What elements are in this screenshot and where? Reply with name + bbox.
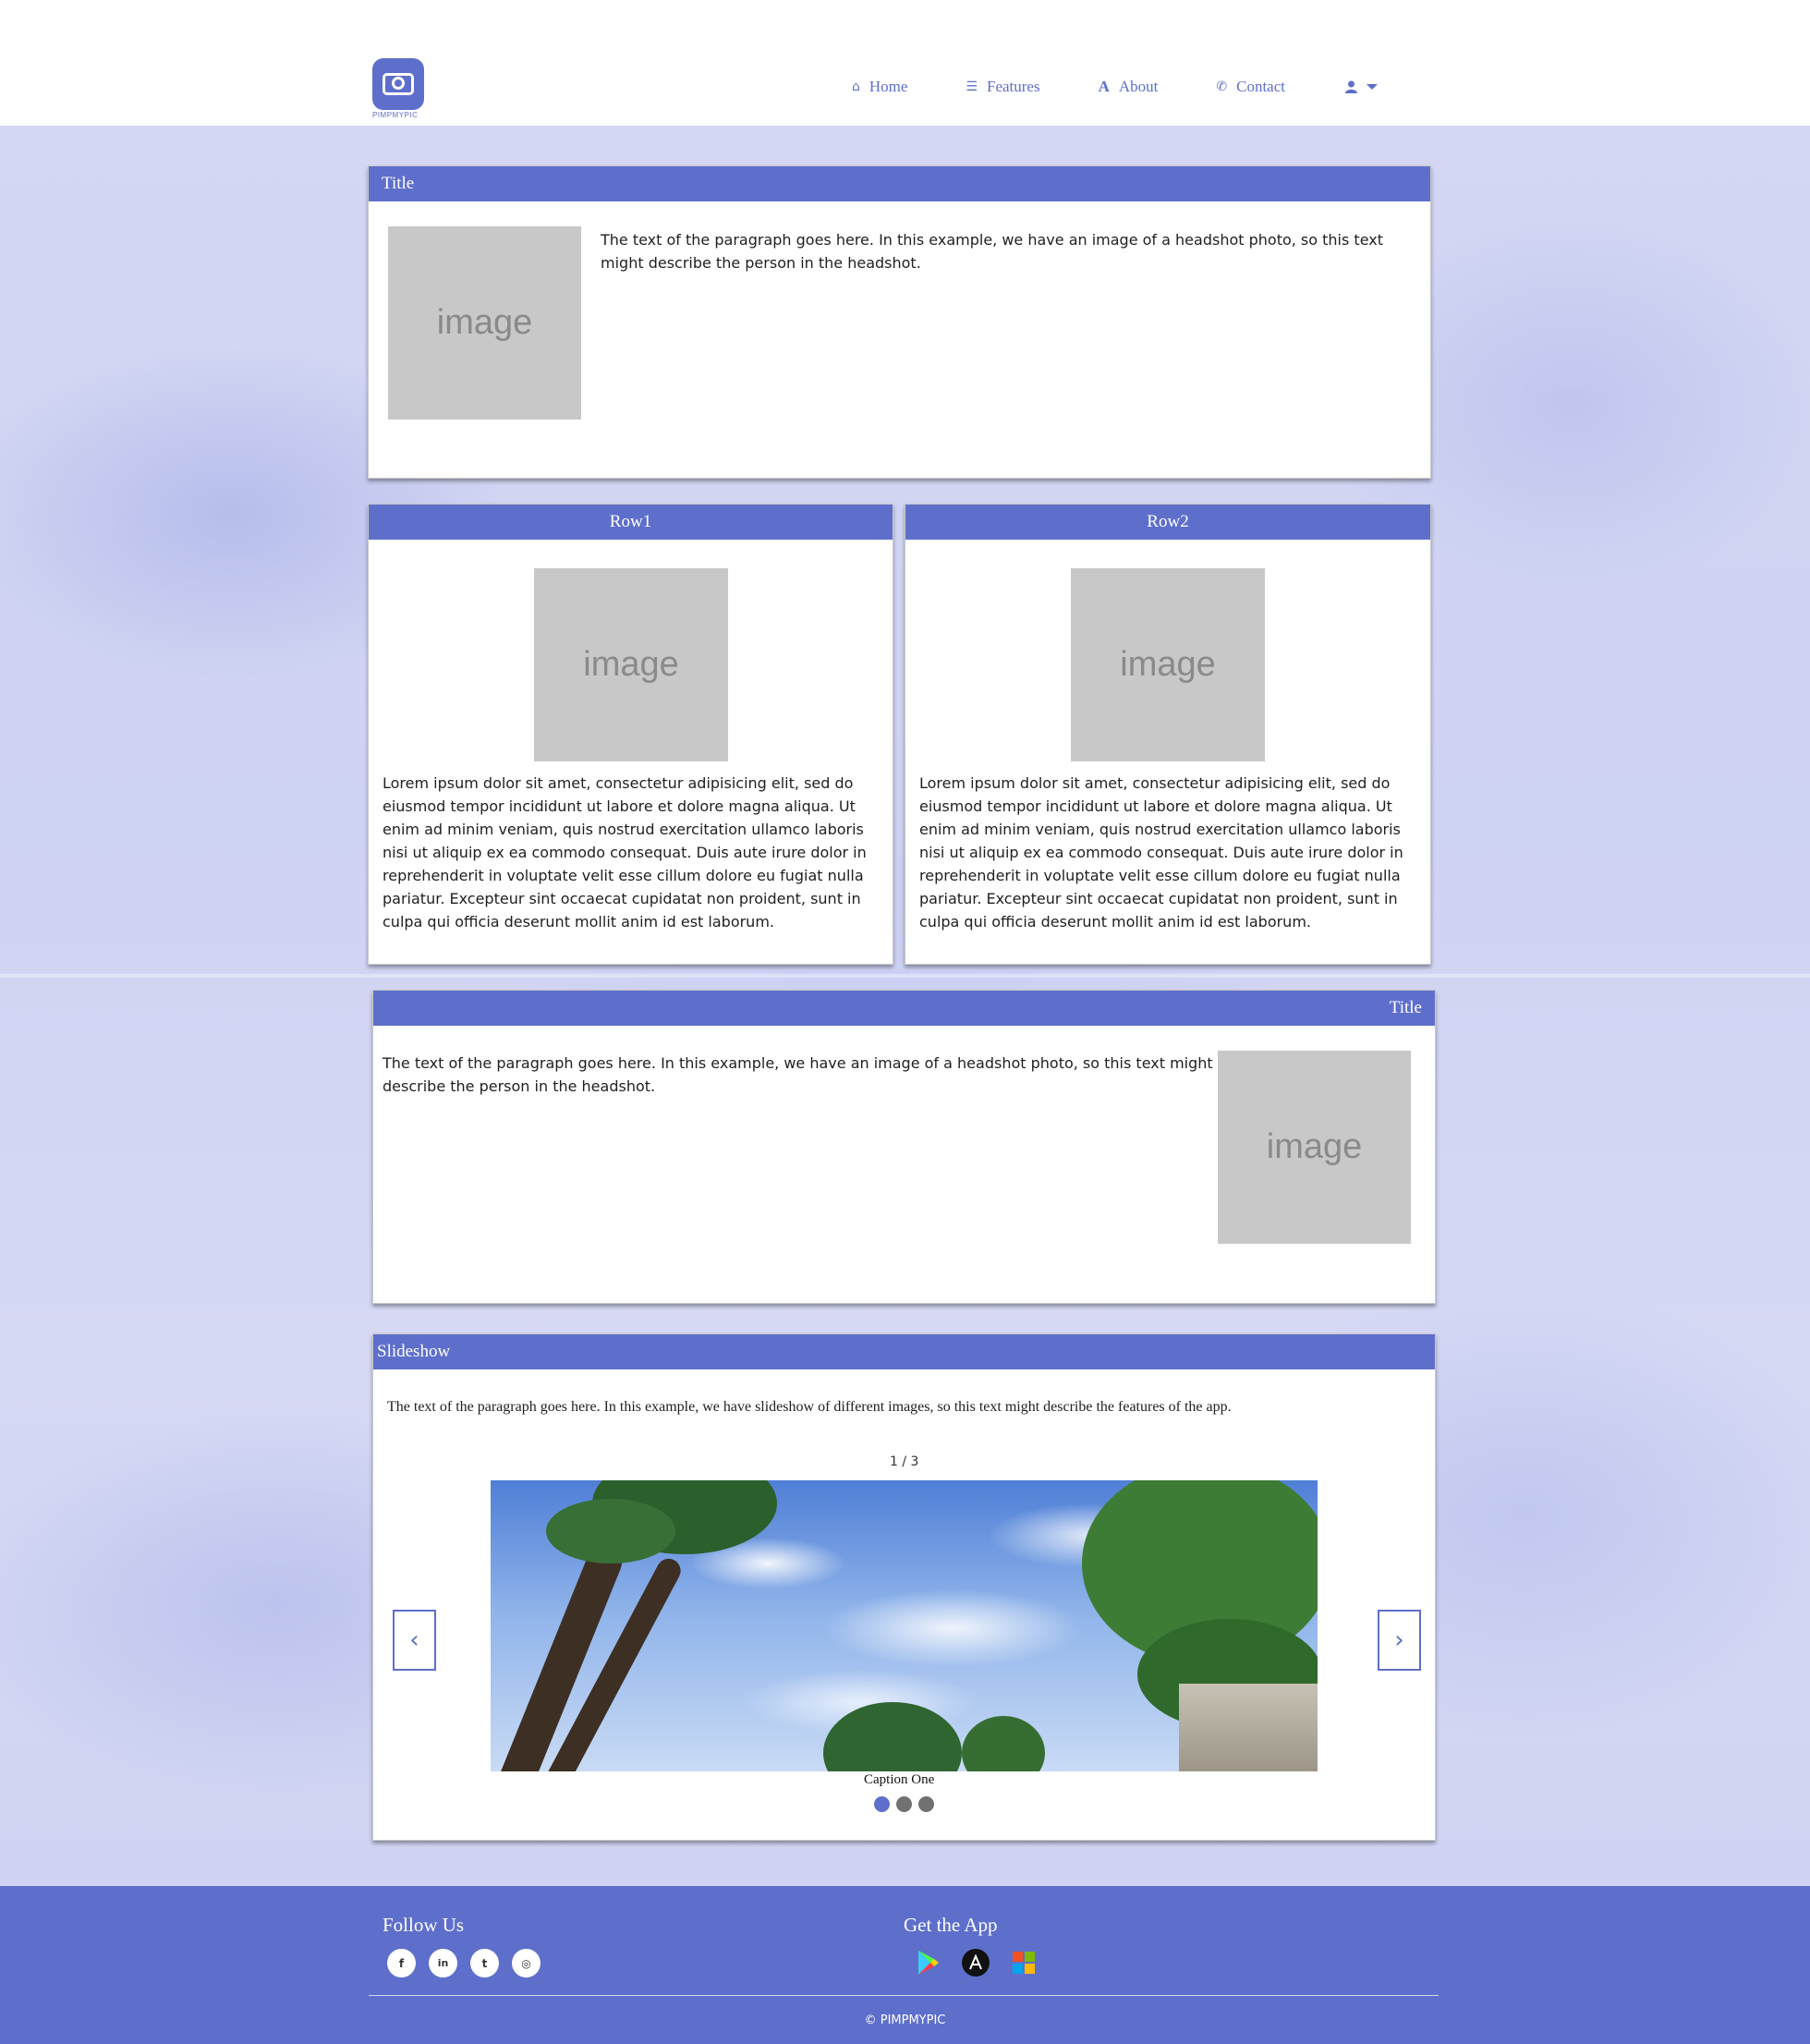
row2-card: Row2 image Lorem ipsum dolor sit amet, c… — [905, 504, 1431, 965]
card-paragraph-right: The text of the paragraph goes here. In … — [383, 1054, 1213, 1095]
user-menu-dropdown[interactable] — [1345, 80, 1378, 93]
background-divider — [0, 974, 1810, 978]
slide-dot[interactable] — [918, 1796, 934, 1812]
google-play-icon[interactable] — [913, 1948, 942, 1977]
nav-features[interactable]: ☰ Features — [966, 78, 1039, 96]
slideshow-card: Slideshow The text of the paragraph goes… — [372, 1333, 1436, 1841]
nav-contact-label: Contact — [1236, 78, 1285, 95]
list-icon: ☰ — [966, 79, 978, 94]
user-icon — [1345, 80, 1357, 93]
row1-card: Row1 image Lorem ipsum dolor sit amet, c… — [368, 504, 893, 965]
social-links: f in t ◎ — [387, 1949, 553, 1977]
slide-prev-button[interactable]: ‹ — [393, 1610, 436, 1671]
slide-dot[interactable] — [874, 1796, 890, 1812]
get-the-app-heading: Get the App — [904, 1914, 998, 1936]
microsoft-store-icon[interactable] — [1009, 1948, 1039, 1977]
nav-home-label: Home — [869, 78, 908, 95]
slide-next-button[interactable]: › — [1378, 1610, 1421, 1671]
brand-logo[interactable]: PIMPMYPIC — [372, 58, 426, 119]
title-card-left-image: Title image The text of the paragraph go… — [368, 165, 1431, 479]
card-paragraph: The text of the paragraph goes here. In … — [601, 231, 1383, 272]
row2-image-placeholder: image — [1071, 568, 1265, 761]
chevron-right-icon: › — [1394, 1626, 1404, 1654]
row1-paragraph: Lorem ipsum dolor sit amet, consectetur … — [383, 774, 867, 931]
nav-features-label: Features — [987, 78, 1040, 95]
row1-title: Row1 — [369, 505, 893, 540]
footer-divider — [369, 1995, 1439, 1996]
slideshow-paragraph: The text of the paragraph goes here. In … — [387, 1399, 1232, 1415]
logo-text: PIMPMYPIC — [372, 111, 419, 119]
app-store-icon[interactable] — [961, 1948, 990, 1977]
nav-home[interactable]: ⌂ Home — [852, 78, 907, 96]
slide-image — [491, 1480, 1318, 1771]
row2-title: Row2 — [905, 505, 1430, 540]
linkedin-icon[interactable]: in — [429, 1949, 457, 1977]
main-nav: ⌂ Home ☰ Features A About ✆ Contact — [852, 78, 1378, 96]
slideshow-title: Slideshow — [373, 1334, 1435, 1369]
slide-indicators — [874, 1796, 941, 1812]
row1-image-placeholder: image — [534, 568, 728, 761]
site-footer: Follow Us f in t ◎ Get the App © PIMPMYP… — [0, 1886, 1810, 2044]
headshot-image-placeholder-right: image — [1218, 1051, 1411, 1244]
instagram-icon[interactable]: ◎ — [512, 1949, 541, 1977]
title-card-right-image: Title The text of the paragraph goes her… — [372, 990, 1436, 1304]
chevron-down-icon — [1367, 84, 1378, 90]
card-title-right: Title — [373, 991, 1435, 1026]
row2-paragraph: Lorem ipsum dolor sit amet, consectetur … — [919, 774, 1403, 931]
chevron-left-icon: ‹ — [409, 1626, 419, 1654]
home-icon: ⌂ — [852, 79, 860, 94]
headshot-image-placeholder: image — [388, 226, 581, 420]
twitter-icon[interactable]: t — [470, 1949, 499, 1977]
camera-icon — [372, 58, 424, 110]
slide-caption: Caption One — [864, 1772, 935, 1787]
slide-counter: 1 / 3 — [890, 1454, 919, 1469]
phone-icon: ✆ — [1216, 79, 1228, 94]
font-icon: A — [1098, 78, 1110, 95]
site-header: PIMPMYPIC ⌂ Home ☰ Features A About ✆ Co… — [0, 0, 1810, 126]
app-store-links — [913, 1948, 1057, 1977]
card-title: Title — [369, 166, 1430, 201]
nav-about[interactable]: A About — [1099, 78, 1159, 96]
facebook-icon[interactable]: f — [387, 1949, 416, 1977]
slide-dot[interactable] — [896, 1796, 912, 1812]
copyright-text: © PIMPMYPIC — [864, 2014, 946, 2027]
nav-contact[interactable]: ✆ Contact — [1216, 78, 1285, 96]
nav-about-label: About — [1118, 78, 1159, 95]
follow-us-heading: Follow Us — [383, 1914, 465, 1936]
